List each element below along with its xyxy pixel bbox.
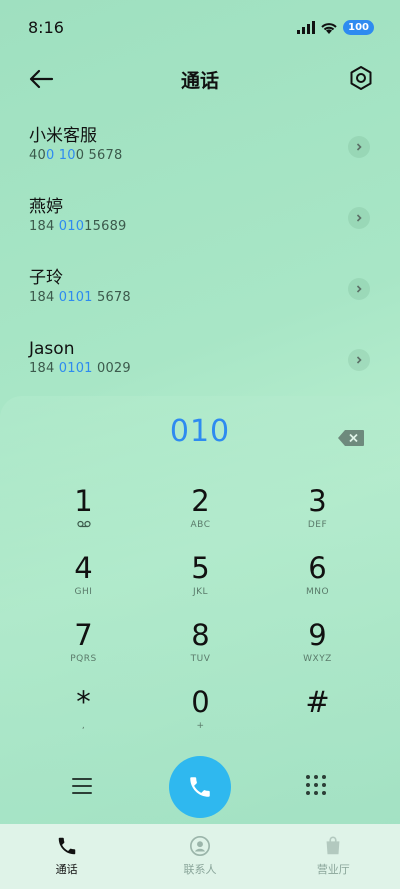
phone-icon bbox=[190, 777, 210, 797]
contact-detail-button[interactable] bbox=[348, 136, 370, 158]
key-letters: + bbox=[196, 721, 205, 731]
contact-number: 184 01015689 bbox=[29, 219, 127, 234]
key-1[interactable]: 1 bbox=[25, 484, 142, 551]
key-digit: * bbox=[76, 685, 91, 719]
tab-label: 联系人 bbox=[183, 863, 217, 876]
settings-icon[interactable] bbox=[348, 65, 374, 91]
key-9[interactable]: 9 WXYZ bbox=[259, 618, 376, 685]
contact-item[interactable]: 小米客服 400 100 5678 bbox=[0, 112, 400, 183]
key-2[interactable]: 2 ABC bbox=[142, 484, 259, 551]
key-letters bbox=[25, 520, 142, 532]
key-digit: 4 bbox=[74, 551, 93, 585]
voicemail-icon bbox=[76, 520, 91, 528]
tab-label: 营业厅 bbox=[316, 863, 350, 876]
key-4[interactable]: 4 GHI bbox=[25, 551, 142, 618]
store-icon bbox=[326, 836, 340, 855]
key-digit: 1 bbox=[74, 484, 93, 518]
contact-item[interactable]: 子玲 184 0101 5678 bbox=[0, 254, 400, 325]
status-bar: 8:16 100 bbox=[0, 0, 400, 56]
contact-detail-button[interactable] bbox=[348, 278, 370, 300]
keypad: 1 2 ABC 3 DEF 4 GHI 5 JKL 6 MNO 7 PQRS 8… bbox=[25, 484, 375, 752]
battery-badge: 100 bbox=[343, 20, 374, 35]
contact-number: 184 0101 0029 bbox=[29, 361, 131, 376]
contact-name: Jason bbox=[29, 339, 75, 359]
tab-calls[interactable]: 通话 bbox=[0, 824, 133, 889]
key-digit: 6 bbox=[308, 551, 327, 585]
key-letters: JKL bbox=[192, 587, 209, 597]
key-hash[interactable]: # bbox=[259, 685, 376, 752]
contact-name: 燕婷 bbox=[29, 197, 63, 217]
key-digit: 3 bbox=[308, 484, 327, 518]
contact-item[interactable]: 燕婷 184 01015689 bbox=[0, 183, 400, 254]
dialpad-actions bbox=[0, 756, 400, 818]
key-letters: MNO bbox=[305, 587, 330, 597]
backspace-icon[interactable] bbox=[338, 430, 364, 446]
key-star[interactable]: * , bbox=[25, 685, 142, 752]
key-letters: , bbox=[81, 721, 86, 731]
menu-icon[interactable] bbox=[70, 774, 94, 798]
contacts-icon bbox=[189, 836, 210, 856]
key-5[interactable]: 5 JKL bbox=[142, 551, 259, 618]
signal-icon bbox=[297, 21, 316, 34]
chevron-right-icon bbox=[356, 356, 362, 364]
contact-item[interactable]: Jason 184 0101 0029 bbox=[0, 325, 400, 396]
contact-name: 子玲 bbox=[29, 268, 63, 288]
key-letters bbox=[259, 721, 376, 733]
key-3[interactable]: 3 DEF bbox=[259, 484, 376, 551]
status-time: 8:16 bbox=[28, 18, 64, 37]
key-digit: # bbox=[305, 685, 330, 719]
call-button[interactable] bbox=[169, 756, 231, 818]
key-0[interactable]: 0 + bbox=[142, 685, 259, 752]
chevron-right-icon bbox=[356, 285, 362, 293]
tab-contacts[interactable]: 联系人 bbox=[133, 824, 266, 889]
key-letters: TUV bbox=[190, 654, 211, 664]
chevron-right-icon bbox=[356, 143, 362, 151]
key-8[interactable]: 8 TUV bbox=[142, 618, 259, 685]
key-7[interactable]: 7 PQRS bbox=[25, 618, 142, 685]
key-letters: WXYZ bbox=[303, 654, 332, 664]
dialpad-grid-icon[interactable] bbox=[304, 773, 328, 797]
contact-name: 小米客服 bbox=[29, 126, 97, 146]
contact-number: 184 0101 5678 bbox=[29, 290, 131, 305]
key-letters: ABC bbox=[190, 520, 211, 530]
key-digit: 2 bbox=[191, 484, 210, 518]
wifi-icon bbox=[321, 22, 337, 34]
bottom-nav: 通话 联系人 营业厅 bbox=[0, 824, 400, 889]
header: 通话 bbox=[0, 56, 400, 100]
dialpad: 010 1 2 ABC 3 DEF 4 GHI 5 JKL 6 MNO 7 PQ… bbox=[0, 396, 400, 826]
tab-store[interactable]: 营业厅 bbox=[267, 824, 400, 889]
contact-suggestion-list: 小米客服 400 100 5678 燕婷 184 01015689 子玲 184… bbox=[0, 112, 400, 396]
tab-label: 通话 bbox=[55, 863, 78, 876]
phone-icon bbox=[58, 837, 75, 855]
key-digit: 8 bbox=[191, 618, 210, 652]
key-digit: 7 bbox=[74, 618, 93, 652]
status-icons: 100 bbox=[297, 20, 374, 35]
key-6[interactable]: 6 MNO bbox=[259, 551, 376, 618]
contact-detail-button[interactable] bbox=[348, 207, 370, 229]
contact-number: 400 100 5678 bbox=[29, 148, 123, 163]
contact-detail-button[interactable] bbox=[348, 349, 370, 371]
key-letters: DEF bbox=[307, 520, 328, 530]
page-title: 通话 bbox=[180, 70, 219, 92]
key-letters: GHI bbox=[74, 587, 93, 597]
key-digit: 0 bbox=[191, 685, 210, 719]
key-digit: 5 bbox=[191, 551, 210, 585]
key-digit: 9 bbox=[308, 618, 327, 652]
key-letters: PQRS bbox=[70, 654, 97, 664]
chevron-right-icon bbox=[356, 214, 362, 222]
